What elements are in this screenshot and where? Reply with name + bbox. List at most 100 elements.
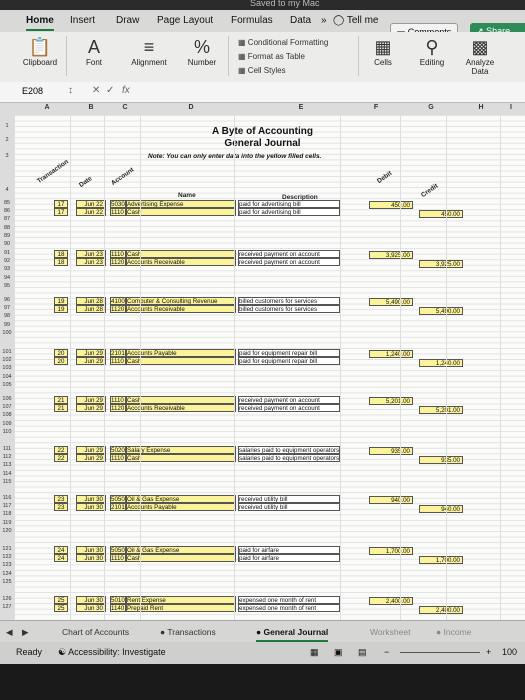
row-number[interactable]: 3 bbox=[0, 153, 14, 159]
account-cell[interactable]: 5010 bbox=[110, 596, 126, 604]
debit-cell[interactable]: 5,201.00 bbox=[369, 397, 413, 405]
debit-cell[interactable]: 940.00 bbox=[369, 496, 413, 504]
row-number[interactable]: 90 bbox=[0, 241, 14, 247]
tab-data[interactable]: Data bbox=[290, 15, 311, 26]
credit-cell[interactable]: 1,240.00 bbox=[419, 359, 463, 367]
column-header-g[interactable]: G bbox=[426, 104, 436, 111]
column-header-c[interactable]: C bbox=[120, 104, 130, 111]
font-group[interactable]: A Font bbox=[72, 36, 116, 67]
description-cell[interactable]: received payment on account bbox=[238, 404, 340, 412]
row-number[interactable]: 89 bbox=[0, 233, 14, 239]
account-cell[interactable]: 4100 bbox=[110, 297, 126, 305]
zoom-slider[interactable] bbox=[400, 652, 480, 653]
description-cell[interactable]: paid for advertising bill bbox=[238, 200, 340, 208]
sheet-tab-general-journal[interactable]: ● General Journal bbox=[256, 627, 329, 642]
tab-formulas[interactable]: Formulas bbox=[231, 15, 273, 26]
row-number[interactable]: 116 bbox=[0, 495, 14, 501]
row-number[interactable]: 103 bbox=[0, 365, 14, 371]
description-cell[interactable]: paid for advertising bill bbox=[238, 208, 340, 216]
row-number[interactable]: 88 bbox=[0, 225, 14, 231]
debit-cell[interactable]: 450.00 bbox=[369, 201, 413, 209]
description-cell[interactable]: paid for equipment repair bill bbox=[238, 349, 340, 357]
zoom-out-icon[interactable]: − bbox=[384, 647, 389, 657]
clipboard-group[interactable]: 📋 Clipboard bbox=[20, 36, 60, 67]
name-cell[interactable]: Accounts Receivable bbox=[126, 258, 236, 266]
txn-cell[interactable]: 24 bbox=[54, 546, 68, 554]
row-number[interactable]: 111 bbox=[0, 446, 14, 452]
more-tabs-button[interactable]: » bbox=[321, 15, 327, 26]
description-cell[interactable]: salaries paid to equipment operators bbox=[238, 446, 340, 454]
accessibility-status[interactable]: ☯ Accessibility: Investigate bbox=[58, 647, 166, 658]
debit-cell[interactable]: 1,700.00 bbox=[369, 547, 413, 555]
name-cell[interactable]: Oil & Gas Expense bbox=[126, 495, 236, 503]
row-number[interactable]: 126 bbox=[0, 596, 14, 602]
date-cell[interactable]: Jun 30 bbox=[76, 596, 106, 604]
enter-icon[interactable]: ✓ bbox=[106, 85, 114, 96]
txn-cell[interactable]: 18 bbox=[54, 258, 68, 266]
date-cell[interactable]: Jun 30 bbox=[76, 503, 106, 511]
cancel-icon[interactable]: ✕ bbox=[92, 85, 100, 96]
row-number[interactable]: 102 bbox=[0, 357, 14, 363]
name-box[interactable]: E208 bbox=[22, 86, 43, 96]
account-cell[interactable]: 1110 bbox=[110, 454, 126, 462]
date-cell[interactable]: Jun 29 bbox=[76, 349, 106, 357]
credit-cell[interactable]: 935.00 bbox=[419, 456, 463, 464]
normal-view-icon[interactable]: ▦ bbox=[310, 647, 319, 658]
alignment-group[interactable]: ≡ Alignment bbox=[126, 36, 172, 67]
column-header-i[interactable]: I bbox=[506, 104, 516, 111]
number-group[interactable]: % Number bbox=[182, 36, 222, 67]
row-number[interactable]: 121 bbox=[0, 546, 14, 552]
name-cell[interactable]: Cash bbox=[126, 554, 236, 562]
date-cell[interactable]: Jun 28 bbox=[76, 305, 106, 313]
date-cell[interactable]: Jun 23 bbox=[76, 250, 106, 258]
next-sheet-icon[interactable]: ▶ bbox=[22, 627, 29, 638]
row-number[interactable]: 97 bbox=[0, 305, 14, 311]
name-cell[interactable]: Cash bbox=[126, 396, 236, 404]
tab-page-layout[interactable]: Page Layout bbox=[157, 15, 213, 26]
description-cell[interactable]: received payment on account bbox=[238, 258, 340, 266]
name-cell[interactable]: Oil & Gas Expense bbox=[126, 546, 236, 554]
credit-cell[interactable]: 2,400.00 bbox=[419, 606, 463, 614]
name-cell[interactable]: Prepaid Rent bbox=[126, 604, 236, 612]
row-number[interactable]: 117 bbox=[0, 503, 14, 509]
row-number[interactable]: 99 bbox=[0, 322, 14, 328]
account-cell[interactable]: 2101 bbox=[110, 349, 126, 357]
date-cell[interactable]: Jun 22 bbox=[76, 200, 106, 208]
date-cell[interactable]: Jun 29 bbox=[76, 404, 106, 412]
date-cell[interactable]: Jun 29 bbox=[76, 396, 106, 404]
description-cell[interactable]: received payment on account bbox=[238, 250, 340, 258]
credit-cell[interactable]: 3,925.00 bbox=[419, 260, 463, 268]
row-number[interactable]: 125 bbox=[0, 579, 14, 585]
txn-cell[interactable]: 18 bbox=[54, 250, 68, 258]
date-cell[interactable]: Jun 30 bbox=[76, 495, 106, 503]
txn-cell[interactable]: 22 bbox=[54, 454, 68, 462]
credit-cell[interactable]: 1,700.00 bbox=[419, 556, 463, 564]
column-header-e[interactable]: E bbox=[296, 104, 306, 111]
row-number[interactable]: 4 bbox=[0, 187, 14, 193]
name-cell[interactable]: Accounts Payable bbox=[126, 503, 236, 511]
row-number[interactable]: 119 bbox=[0, 520, 14, 526]
column-header-a[interactable]: A bbox=[42, 104, 52, 111]
row-number[interactable]: 95 bbox=[0, 283, 14, 289]
debit-cell[interactable]: 2,400.00 bbox=[369, 597, 413, 605]
txn-cell[interactable]: 21 bbox=[54, 404, 68, 412]
row-number[interactable]: 127 bbox=[0, 604, 14, 610]
description-cell[interactable]: expensed one month of rent bbox=[238, 604, 340, 612]
name-cell[interactable]: Accounts Receivable bbox=[126, 305, 236, 313]
description-cell[interactable]: paid for airfare bbox=[238, 546, 340, 554]
row-number[interactable]: 100 bbox=[0, 330, 14, 336]
column-header-h[interactable]: H bbox=[476, 104, 486, 111]
txn-cell[interactable]: 20 bbox=[54, 349, 68, 357]
name-cell[interactable]: Rent Expense bbox=[126, 596, 236, 604]
account-cell[interactable]: 5030 bbox=[110, 200, 126, 208]
date-cell[interactable]: Jun 30 bbox=[76, 554, 106, 562]
name-box-stepper-icon[interactable]: ↕ bbox=[68, 85, 73, 96]
row-number[interactable]: 106 bbox=[0, 396, 14, 402]
account-cell[interactable]: 1120 bbox=[110, 404, 126, 412]
date-cell[interactable]: Jun 22 bbox=[76, 208, 106, 216]
credit-cell[interactable]: 5,201.00 bbox=[419, 406, 463, 414]
row-number[interactable]: 93 bbox=[0, 266, 14, 272]
row-number[interactable]: 86 bbox=[0, 208, 14, 214]
editing-group[interactable]: ⚲ Editing bbox=[414, 36, 450, 67]
date-cell[interactable]: Jun 30 bbox=[76, 546, 106, 554]
